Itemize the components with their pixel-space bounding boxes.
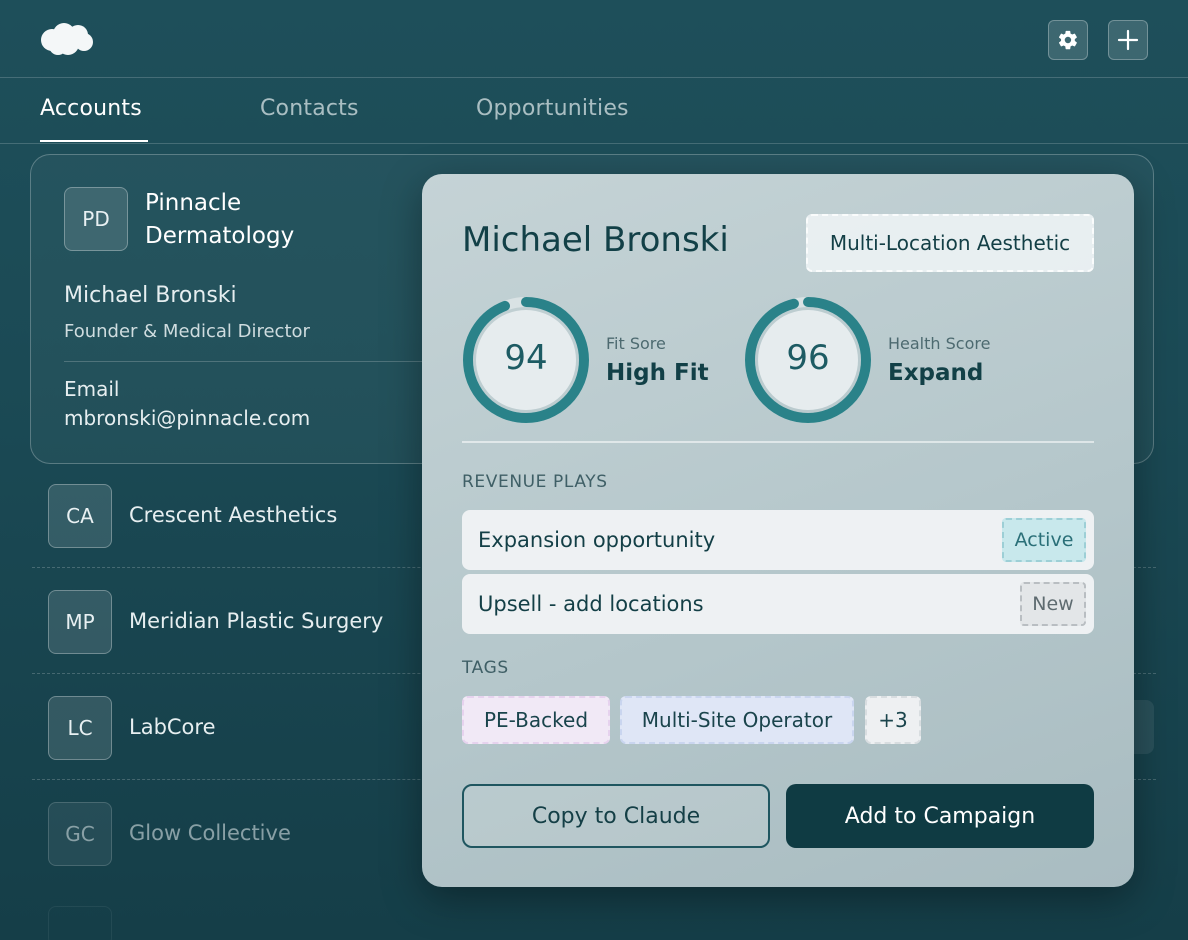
faded-row-avatar [48, 906, 112, 940]
copy-to-claude-button[interactable]: Copy to Claude [462, 784, 770, 848]
top-bar [0, 0, 1188, 78]
tab-bar: Accounts Contacts Opportunities [0, 78, 1188, 144]
health-score-value: 96 [786, 338, 830, 378]
email-label: Email [64, 377, 120, 401]
popup-divider [462, 441, 1094, 443]
contact-title: Founder & Medical Director [64, 321, 310, 342]
account-name-line1: Pinnacle [145, 190, 242, 216]
avatar: LC [48, 696, 112, 760]
avatar: MP [48, 590, 112, 654]
play-label: Expansion opportunity [478, 528, 716, 552]
fit-score-verdict: High Fit [606, 360, 709, 386]
cloud-logo-icon[interactable] [38, 20, 96, 60]
contact-name: Michael Bronski [64, 283, 237, 308]
fit-score-label: Fit Sore [606, 334, 666, 353]
add-to-campaign-button[interactable]: Add to Campaign [786, 784, 1094, 848]
account-name-line2: Dermatology [145, 223, 295, 249]
active-tab-indicator [40, 140, 148, 142]
avatar: GC [48, 802, 112, 866]
tag-more-count[interactable]: +3 [865, 696, 921, 744]
gear-icon [1058, 30, 1077, 50]
plus-icon [1117, 29, 1139, 51]
contact-detail-popup: Michael Bronski Multi-Location Aesthetic… [422, 174, 1134, 887]
status-badge-new: New [1020, 582, 1086, 626]
tag-multi-site-operator[interactable]: Multi-Site Operator [620, 696, 854, 744]
account-name: Pinnacle Dermatology [145, 187, 294, 253]
account-row-name[interactable]: LabCore [129, 715, 216, 739]
card-divider [64, 361, 444, 362]
avatar: PD [64, 187, 128, 251]
play-label: Upsell - add locations [478, 592, 704, 616]
account-row-name[interactable]: Meridian Plastic Surgery [129, 609, 383, 633]
tab-contacts[interactable]: Contacts [260, 96, 359, 121]
status-badge-active: Active [1002, 518, 1086, 562]
play-item-upsell[interactable]: Upsell - add locations New [462, 574, 1094, 634]
tab-opportunities[interactable]: Opportunities [476, 96, 629, 121]
account-row-name[interactable]: Glow Collective [129, 821, 291, 845]
revenue-plays-heading: REVENUE PLAYS [462, 472, 608, 492]
add-button[interactable] [1108, 20, 1148, 60]
play-item-expansion[interactable]: Expansion opportunity Active [462, 510, 1094, 570]
avatar: CA [48, 484, 112, 548]
fit-score-value: 94 [504, 338, 548, 378]
contact-name-heading: Michael Bronski [462, 220, 729, 260]
tags-heading: TAGS [462, 658, 509, 678]
tab-accounts[interactable]: Accounts [40, 96, 142, 121]
health-score-label: Health Score [888, 334, 991, 353]
settings-button[interactable] [1048, 20, 1088, 60]
segment-badge: Multi-Location Aesthetic [806, 214, 1094, 272]
account-row-name[interactable]: Crescent Aesthetics [129, 503, 337, 527]
tag-pe-backed[interactable]: PE-Backed [462, 696, 610, 744]
health-score-verdict: Expand [888, 360, 984, 386]
email-value[interactable]: mbronski@pinnacle.com [64, 406, 310, 430]
